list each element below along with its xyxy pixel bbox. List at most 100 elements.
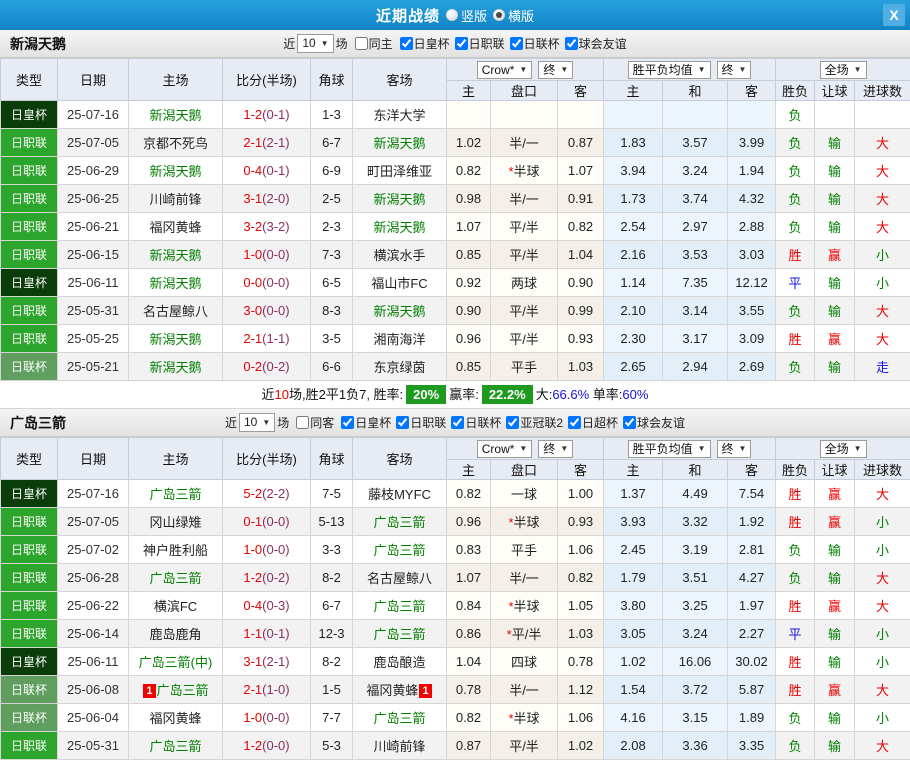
checkbox-input[interactable] — [455, 37, 468, 50]
away-team: 福山市FC — [353, 269, 447, 297]
league-checkbox[interactable]: 日职联 — [450, 35, 505, 52]
odds-stage-dropdown[interactable]: 终▼ — [538, 61, 573, 79]
odds-home: 0.96 — [447, 325, 491, 353]
league-checkbox[interactable]: 球会友谊 — [618, 414, 685, 431]
away-team: 藤枝MYFC — [353, 480, 447, 508]
odds-home — [447, 101, 491, 129]
layout-radio-horizontal[interactable]: 横版 — [493, 6, 534, 25]
avg-odds-dropdown-value: 胜平负均值 — [633, 441, 693, 457]
match-type-badge: 日职联 — [1, 536, 58, 564]
score: 1-0(0-0) — [223, 536, 311, 564]
league-checkbox-label: 亚冠联2 — [520, 414, 563, 431]
odds-home: 0.96 — [447, 508, 491, 536]
odds-stage-dropdown-value: 终 — [543, 62, 555, 78]
checkbox-input[interactable] — [506, 416, 519, 429]
match-type-badge: 日皇杯 — [1, 480, 58, 508]
same-venue-label: 同客 — [310, 414, 334, 431]
result-goals: 大 — [855, 564, 910, 592]
away-team: 川崎前锋 — [353, 732, 447, 760]
scope-dropdown[interactable]: 全场▼ — [820, 440, 867, 458]
odds-away: 0.82 — [558, 564, 604, 592]
scope-dropdown[interactable]: 全场▼ — [820, 61, 867, 79]
checkbox-input[interactable] — [623, 416, 636, 429]
result-goals: 走 — [855, 353, 910, 381]
league-checkbox[interactable]: 日职联 — [391, 414, 446, 431]
checkbox-input[interactable] — [341, 416, 354, 429]
same-venue-checkbox[interactable]: 同主 — [350, 35, 393, 52]
result-wdl: 胜 — [776, 648, 815, 676]
checkbox-input[interactable] — [451, 416, 464, 429]
col-header-date: 日期 — [58, 59, 129, 101]
avg-stage-dropdown-value: 终 — [722, 62, 734, 78]
avg-home: 2.54 — [604, 213, 663, 241]
result-goals: 大 — [855, 676, 910, 704]
subcol-goals-result: 进球数 — [855, 81, 910, 101]
odds-stage-dropdown[interactable]: 终▼ — [538, 440, 573, 458]
summary-segment: 60% — [622, 387, 648, 402]
avg-away: 2.88 — [728, 213, 776, 241]
result-handicap: 输 — [815, 353, 855, 381]
match-row: 日职联 25-07-05 冈山绿雉 0-1(0-0) 5-13 广岛三箭 0.9… — [1, 508, 910, 536]
odds-handicap: 一球 — [491, 480, 558, 508]
league-checkbox[interactable]: 日联杯 — [446, 414, 501, 431]
match-row: 日职联 25-06-14 鹿岛鹿角 1-1(0-1) 12-3 广岛三箭 0.8… — [1, 620, 910, 648]
avg-odds-dropdown[interactable]: 胜平负均值▼ — [628, 61, 711, 79]
score: 1-1(0-1) — [223, 620, 311, 648]
bookmaker-dropdown[interactable]: Crow*▼ — [477, 61, 533, 79]
checkbox-input[interactable] — [568, 416, 581, 429]
chevron-down-icon: ▼ — [854, 441, 862, 457]
avg-home: 2.65 — [604, 353, 663, 381]
match-count-select[interactable]: 10▼ — [239, 413, 275, 432]
result-handicap: 输 — [815, 536, 855, 564]
result-goals: 大 — [855, 129, 910, 157]
odds-handicap: 两球 — [491, 269, 558, 297]
subcol-avg-away: 客 — [728, 81, 776, 101]
odds-handicap — [491, 101, 558, 129]
subcol-avg-draw: 和 — [663, 81, 728, 101]
summary-segment: 66.6% — [552, 387, 589, 402]
result-goals: 大 — [855, 592, 910, 620]
checkbox-input[interactable] — [510, 37, 523, 50]
bookmaker-dropdown[interactable]: Crow*▼ — [477, 440, 533, 458]
checkbox-input[interactable] — [355, 37, 368, 50]
match-row: 日职联 25-06-21 福冈黄蜂 3-2(3-2) 2-3 新潟天鹅 1.07… — [1, 213, 910, 241]
away-team: 广岛三箭 — [353, 536, 447, 564]
odds-away: 1.06 — [558, 704, 604, 732]
league-checkbox[interactable]: 日皇杯 — [336, 414, 391, 431]
avg-draw: 3.15 — [663, 704, 728, 732]
checkbox-input[interactable] — [396, 416, 409, 429]
checkbox-input[interactable] — [400, 37, 413, 50]
fulltime-score: 2-1 — [243, 682, 262, 697]
checkbox-input[interactable] — [565, 37, 578, 50]
league-checkbox[interactable]: 日超杯 — [563, 414, 618, 431]
halftime-score: (0-3) — [262, 598, 289, 613]
match-row: 日皇杯 25-07-16 新潟天鹅 1-2(0-1) 1-3 东洋大学 负 — [1, 101, 910, 129]
checkbox-input[interactable] — [296, 416, 309, 429]
home-team: 广岛三箭 — [129, 480, 223, 508]
league-checkbox[interactable]: 日皇杯 — [395, 35, 450, 52]
odds-handicap: 平/半 — [491, 297, 558, 325]
avg-stage-dropdown[interactable]: 终▼ — [717, 61, 752, 79]
halftime-score: (0-2) — [262, 570, 289, 585]
league-checkbox[interactable]: 日联杯 — [505, 35, 560, 52]
league-checkbox[interactable]: 球会友谊 — [560, 35, 627, 52]
layout-radio-vertical[interactable]: 竖版 — [446, 6, 487, 25]
result-wdl: 负 — [776, 564, 815, 592]
fulltime-score: 1-2 — [243, 738, 262, 753]
away-team: 广岛三箭 — [353, 620, 447, 648]
avg-odds-dropdown[interactable]: 胜平负均值▼ — [628, 440, 711, 458]
away-team: 广岛三箭 — [353, 704, 447, 732]
odds-home: 0.82 — [447, 704, 491, 732]
same-venue-checkbox[interactable]: 同客 — [291, 414, 334, 431]
avg-stage-dropdown[interactable]: 终▼ — [717, 440, 752, 458]
result-handicap: 赢 — [815, 676, 855, 704]
close-button[interactable]: X — [883, 4, 905, 26]
avg-away — [728, 101, 776, 129]
league-checkbox[interactable]: 亚冠联2 — [501, 414, 563, 431]
result-goals: 大 — [855, 732, 910, 760]
avg-home: 2.16 — [604, 241, 663, 269]
home-team: 新潟天鹅 — [129, 241, 223, 269]
match-count-select[interactable]: 10▼ — [297, 34, 333, 53]
result-handicap: 赢 — [815, 508, 855, 536]
avg-draw: 3.53 — [663, 241, 728, 269]
